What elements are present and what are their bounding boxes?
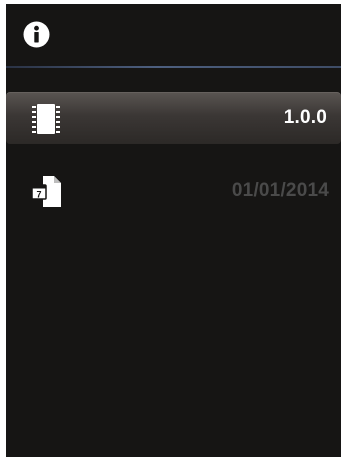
header-divider bbox=[6, 66, 341, 68]
firmware-version-value: 1.0.0 bbox=[283, 107, 327, 128]
calendar-day-label: 7 bbox=[36, 190, 41, 200]
list-item-date[interactable]: 7 01/01/2014 bbox=[6, 164, 341, 216]
device-info-screen: 1.0.0 7 01/01/2014 bbox=[6, 4, 341, 457]
calendar-file-icon: 7 bbox=[31, 176, 61, 207]
header bbox=[6, 4, 341, 66]
date-value: 01/01/2014 bbox=[231, 180, 329, 201]
info-icon bbox=[23, 21, 50, 48]
list-item-firmware-version[interactable]: 1.0.0 bbox=[6, 92, 341, 144]
chip-icon bbox=[32, 104, 60, 134]
